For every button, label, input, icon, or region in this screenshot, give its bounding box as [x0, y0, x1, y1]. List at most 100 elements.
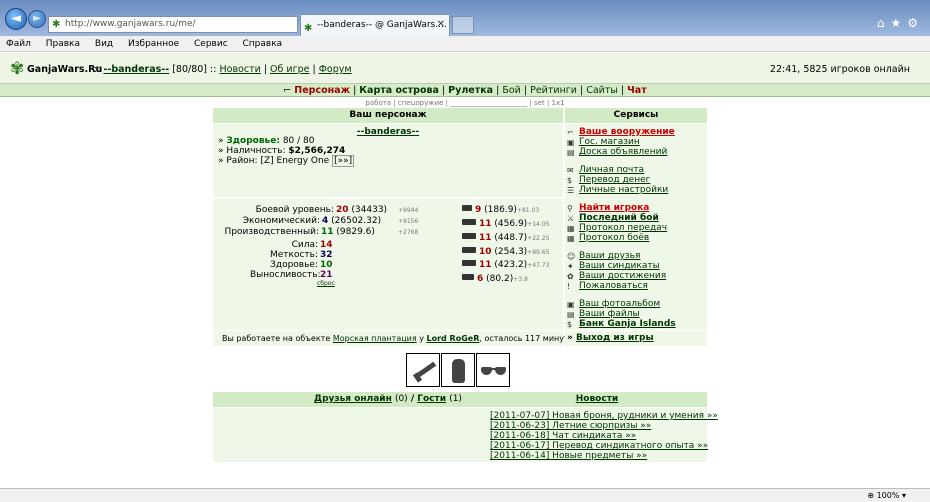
exit-game-link[interactable]: Выход из игры [576, 333, 654, 343]
service-item[interactable]: ⚲ Найти игрока [567, 203, 649, 213]
item-slot-armor[interactable] [441, 353, 475, 387]
service-item[interactable]: $ Перевод денег [567, 175, 650, 185]
service-item[interactable]: ▣ Ваш фотоальбом [567, 299, 660, 309]
production-level-value: 11 (9829.6) [321, 227, 375, 237]
service-link[interactable]: Ваши друзья [579, 251, 640, 261]
nav-map[interactable]: Карта острова [359, 85, 439, 96]
service-link[interactable]: Протокол передач [579, 223, 667, 233]
service-link[interactable]: Ваше вооружение [579, 127, 675, 137]
news-item[interactable]: [2011-06-17] Перевод синдикатного опыта … [490, 441, 708, 451]
service-item[interactable]: ☺ Ваши друзья [567, 251, 640, 261]
mail-icon: ✉ [567, 166, 574, 175]
service-link[interactable]: Банк Ganja Islands [579, 319, 676, 329]
sub-nav[interactable]: работа | спецоружие | __________________… [0, 98, 930, 108]
district-line: Район: [Z] Energy One [»»] [218, 155, 355, 167]
main-nav: ⌐ Персонаж | Карта острова | Рулетка | Б… [0, 84, 930, 97]
character-name-link[interactable]: --banderas-- [357, 127, 419, 137]
site-favicon: ✱ [52, 19, 61, 30]
news-item[interactable]: [2011-06-23] Летние сюрпризы »» [490, 421, 651, 431]
nav-character[interactable]: Персонаж [294, 85, 350, 96]
service-link[interactable]: Найти игрока [579, 203, 649, 213]
service-item[interactable]: ! Пожаловаться [567, 281, 648, 291]
news-link[interactable]: Новости [219, 64, 260, 75]
service-link[interactable]: Ваши синдикаты [579, 261, 660, 271]
service-item[interactable]: ▤ Ваши файлы [567, 309, 640, 319]
user-link[interactable]: --banderas-- [103, 64, 169, 75]
forum-link[interactable]: Форум [319, 64, 352, 75]
exit-line: » Выход из игры [567, 333, 654, 343]
service-item[interactable]: ✦ Ваши синдикаты [567, 261, 660, 271]
service-link[interactable]: Личные настройки [579, 185, 668, 195]
service-item[interactable]: ⚔ Последний бой [567, 213, 659, 223]
cash-label: Наличность: [226, 146, 286, 156]
browser-tab[interactable]: ✱ --banderas-- @ GanjaWars.... ✕ [300, 14, 450, 36]
service-link[interactable]: Гос. магазин [579, 137, 640, 147]
service-item[interactable]: ▣ Гос. магазин [567, 137, 640, 147]
back-button[interactable]: ◄ [5, 8, 27, 30]
menu-favorites[interactable]: Избранное [128, 36, 179, 52]
service-link[interactable]: Ваши файлы [579, 309, 640, 319]
news-item[interactable]: [2011-06-18] Чат синдиката »» [490, 431, 636, 441]
service-item[interactable]: ⌐ Ваше вооружение [567, 127, 675, 137]
news-item[interactable]: [2011-07-07] Новая броня, рудники и умен… [490, 411, 718, 421]
service-link[interactable]: Перевод денег [579, 175, 650, 185]
tab-title: --banderas-- @ GanjaWars.... [317, 20, 447, 30]
work-object-link[interactable]: Морская плантация [333, 334, 417, 343]
strength-value: 14 [320, 240, 333, 250]
menu-help[interactable]: Справка [243, 36, 283, 52]
weapon-skill-grenade: 6 (80.2)+3.8 [462, 274, 528, 284]
browser-toolbar: ◄ ► ✱ http://www.ganjawars.ru/me/ ▾▣ ✕ ✱… [0, 0, 930, 45]
service-item[interactable]: ▤ Доска объявлений [567, 147, 667, 157]
service-item[interactable]: ▦ Протокол боёв [567, 233, 649, 243]
photo-icon: ▣ [567, 300, 575, 309]
service-link[interactable]: Личная почта [579, 165, 644, 175]
reset-stats-link[interactable]: сброс [317, 280, 335, 287]
friends-online-link[interactable]: Друзья онлайн [314, 394, 392, 404]
production-level-label: Производственный: [224, 227, 319, 237]
address-bar[interactable]: ✱ http://www.ganjawars.ru/me/ ▾▣ ✕ [48, 16, 320, 45]
endurance-value: 21 [320, 270, 333, 280]
menu-file[interactable]: Файл [6, 36, 31, 52]
service-item[interactable]: ✉ Личная почта [567, 165, 644, 175]
health-value: 80 / 80 [282, 136, 315, 146]
work-owner-link[interactable]: Lord RoGeR [427, 334, 480, 343]
menu-edit[interactable]: Правка [46, 36, 80, 52]
site-title: GanjaWars.Ru [27, 64, 103, 75]
service-link[interactable]: Ваш фотоальбом [579, 299, 660, 309]
news-item[interactable]: [2011-06-14] Новые предметы »» [490, 451, 647, 461]
service-item[interactable]: ☰ Личные настройки [567, 185, 668, 195]
service-link[interactable]: Ваши достижения [579, 271, 666, 281]
service-link[interactable]: Доска объявлений [579, 147, 667, 157]
menu-tools[interactable]: Сервис [194, 36, 228, 52]
service-item[interactable]: ✿ Ваши достижения [567, 271, 666, 281]
service-item[interactable]: $ Банк Ganja Islands [567, 319, 676, 329]
service-link[interactable]: Последний бой [579, 213, 659, 223]
service-item[interactable]: ▦ Протокол передач [567, 223, 667, 233]
zoom-level[interactable]: ⊕ 100% ▾ [867, 489, 906, 502]
new-tab-button[interactable] [452, 16, 474, 34]
nav-sites[interactable]: Сайты [586, 85, 618, 96]
nav-chat[interactable]: Чат [627, 85, 647, 96]
browser-status-bar: ⊕ 100% ▾ [0, 488, 930, 502]
about-link[interactable]: Об игре [270, 64, 309, 75]
nav-battle[interactable]: Бой [502, 85, 521, 96]
forward-button[interactable]: ► [28, 10, 46, 28]
browser-tool-icons[interactable]: ⌂★⚙ [877, 16, 924, 30]
achievements-icon: ✿ [567, 272, 574, 281]
site-header: ✾ GanjaWars.Ru :: --banderas-- [80/80] :… [0, 53, 930, 84]
tab-close-icon[interactable]: ✕ [437, 15, 445, 35]
service-link[interactable]: Пожаловаться [579, 281, 648, 291]
district-link[interactable]: [»»] [332, 155, 355, 167]
guests-link[interactable]: Гости [417, 394, 446, 404]
cash-line: Наличность: $2,566,274 [218, 146, 345, 156]
nav-roulette[interactable]: Рулетка [448, 85, 493, 96]
health-line: Здоровье: 80 / 80 [218, 136, 314, 146]
combat-level-value: 20 (34433) [336, 205, 388, 215]
service-link[interactable]: Протокол боёв [579, 233, 649, 243]
news-title-link[interactable]: Новости [576, 394, 618, 404]
menu-view[interactable]: Вид [95, 36, 113, 52]
nav-ratings[interactable]: Рейтинги [530, 85, 577, 96]
health-stat-value: 10 [320, 260, 333, 270]
item-slot-glasses[interactable] [476, 353, 510, 387]
item-slot-weapon[interactable] [406, 353, 440, 387]
